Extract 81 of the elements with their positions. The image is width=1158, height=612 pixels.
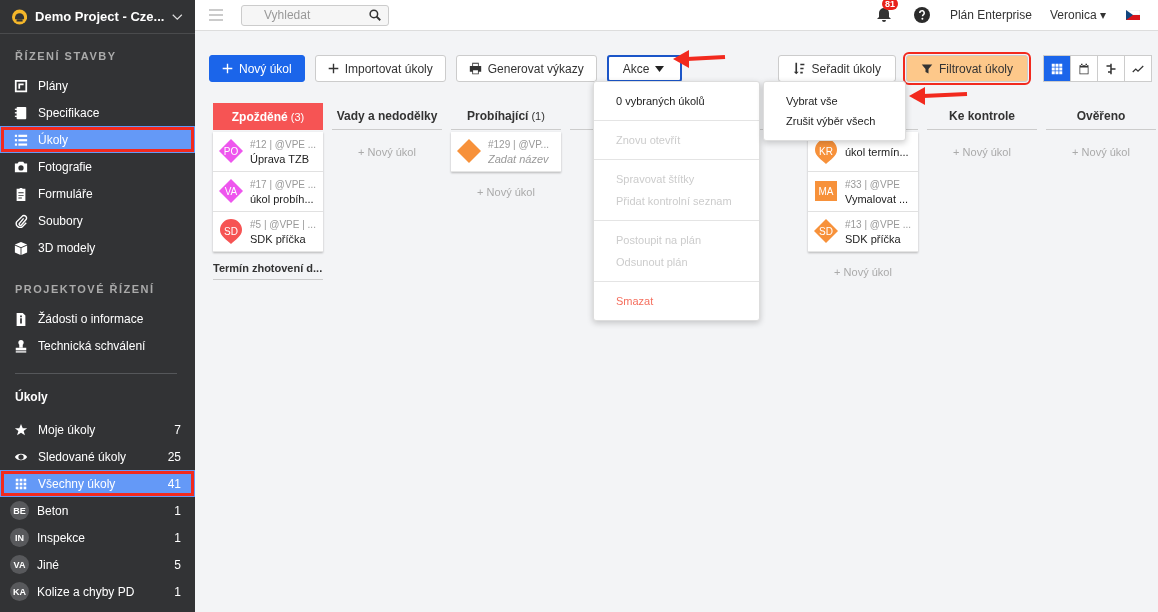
paperclip-icon bbox=[14, 213, 28, 228]
assignee-marker-icon: SD bbox=[218, 218, 244, 245]
sidebar-item[interactable]: Technická schválení bbox=[0, 332, 195, 359]
helmet-logo-icon bbox=[12, 6, 28, 27]
task-filter-item[interactable]: IN Inspekce 1 bbox=[0, 524, 195, 551]
camera-icon bbox=[14, 159, 28, 174]
column-header: Zpožděné (3) bbox=[213, 103, 323, 130]
plan-link[interactable]: Plán Enterprise bbox=[949, 8, 1032, 22]
category-avatar: BE bbox=[10, 501, 29, 520]
task-filter-item[interactable]: Moje úkoly 7 bbox=[0, 416, 195, 443]
flag-icon[interactable] bbox=[1126, 10, 1140, 20]
category-avatar: IN bbox=[10, 528, 29, 547]
plus-icon bbox=[327, 63, 339, 74]
column-header: Vady a nedodělky bbox=[332, 103, 442, 130]
task-card[interactable]: PO #12 | @VPE ... Úprava TZB bbox=[213, 132, 323, 172]
toolbar-button[interactable]: Seřadit úkoly bbox=[777, 55, 896, 82]
notebook-icon bbox=[14, 105, 28, 120]
task-card[interactable]: VA #17 | @VPE ... úkol probíh... bbox=[213, 172, 323, 212]
sidebar-item[interactable]: Soubory bbox=[0, 207, 195, 234]
sidebar-item[interactable]: Formuláře bbox=[0, 180, 195, 207]
view-toggle[interactable] bbox=[1043, 55, 1071, 82]
task-card[interactable]: SD #5 | @VPE | ... SDK příčka bbox=[213, 212, 323, 252]
calendar-icon bbox=[1078, 62, 1090, 75]
sidebar-item[interactable]: Fotografie bbox=[0, 153, 195, 180]
search-icon[interactable] bbox=[369, 8, 381, 21]
section-title: PROJEKTOVÉ ŘÍZENÍ bbox=[14, 282, 156, 297]
user-menu[interactable]: Veronica ▾ bbox=[1049, 8, 1106, 22]
bell-icon[interactable] bbox=[875, 7, 892, 23]
grid-icon bbox=[1051, 62, 1063, 75]
printer-icon bbox=[468, 62, 482, 75]
sidebar-item[interactable]: 3D modely bbox=[0, 234, 195, 261]
task-filter-item[interactable]: KA Kolize a chyby PD 1 bbox=[0, 578, 195, 605]
menu-item[interactable]: Vybrat vše bbox=[764, 91, 905, 111]
task-card[interactable]: MA #33 | @VPE Vymalovat ... bbox=[808, 172, 918, 212]
annotation-arrow bbox=[909, 84, 969, 106]
sidebar-item[interactable]: Plány bbox=[0, 72, 195, 99]
sidebar-item[interactable]: Žádosti o informace bbox=[0, 305, 195, 332]
caret-icon bbox=[655, 65, 665, 72]
section-title: ŘÍZENÍ STAVBY bbox=[14, 49, 118, 64]
toolbar-button[interactable]: Akce bbox=[606, 55, 683, 82]
clipboard-icon bbox=[14, 186, 28, 201]
toolbar-button[interactable]: Importovat úkoly bbox=[314, 55, 446, 82]
project-name[interactable]: Demo Project - Cze... bbox=[35, 9, 165, 24]
menu-item[interactable]: Zrušit výběr všech bbox=[764, 111, 905, 131]
task-filter-item[interactable]: Sledované úkoly 25 bbox=[0, 443, 195, 470]
floor-plan-icon bbox=[14, 78, 28, 93]
menu-item[interactable]: 0 vybraných úkolů bbox=[594, 90, 759, 112]
column-header: Probíhající (1) bbox=[451, 103, 561, 130]
grid-icon bbox=[14, 476, 28, 491]
sidebar-item[interactable]: Specifikace bbox=[0, 99, 195, 126]
annotation-arrow bbox=[673, 47, 727, 69]
view-toggle[interactable] bbox=[1097, 55, 1125, 82]
task-filter-item[interactable]: VA Jiné 5 bbox=[0, 551, 195, 578]
notification-badge: 81 bbox=[881, 0, 898, 10]
filter-icon bbox=[920, 62, 933, 75]
list-icon bbox=[14, 132, 28, 147]
toolbar-button[interactable]: Nový úkol bbox=[209, 55, 305, 82]
assignee-marker-icon: SD bbox=[813, 218, 839, 245]
assignee-marker-icon: PO bbox=[218, 138, 244, 165]
column-header: Ověřeno bbox=[1046, 103, 1156, 130]
gantt-icon bbox=[1105, 62, 1117, 75]
section-title: Úkoly bbox=[14, 390, 49, 406]
cube-icon bbox=[14, 240, 28, 255]
stamp-icon bbox=[14, 338, 28, 353]
group-header: Termín zhotovení d... bbox=[213, 254, 323, 280]
document-icon bbox=[14, 311, 28, 326]
assignee-marker-icon: VA bbox=[218, 178, 244, 205]
column-header: Ke kontrole bbox=[927, 103, 1037, 130]
search-field[interactable]: Vyhledat bbox=[241, 4, 389, 26]
sort-icon bbox=[792, 62, 806, 75]
help-icon[interactable] bbox=[913, 7, 930, 23]
toolbar-button[interactable]: Generovat výkazy bbox=[455, 55, 597, 82]
category-avatar: VA bbox=[10, 555, 29, 574]
toolbar-button[interactable]: Filtrovat úkoly bbox=[905, 55, 1028, 82]
category-avatar: KA bbox=[10, 582, 29, 601]
task-filter-item[interactable]: BE Beton 1 bbox=[0, 497, 195, 524]
view-toggle[interactable] bbox=[1070, 55, 1098, 82]
plus-icon bbox=[222, 63, 233, 74]
star-icon bbox=[14, 422, 28, 437]
task-card[interactable]: SD #13 | @VPE ... SDK příčka bbox=[808, 212, 918, 252]
view-toggle[interactable] bbox=[1124, 55, 1152, 82]
